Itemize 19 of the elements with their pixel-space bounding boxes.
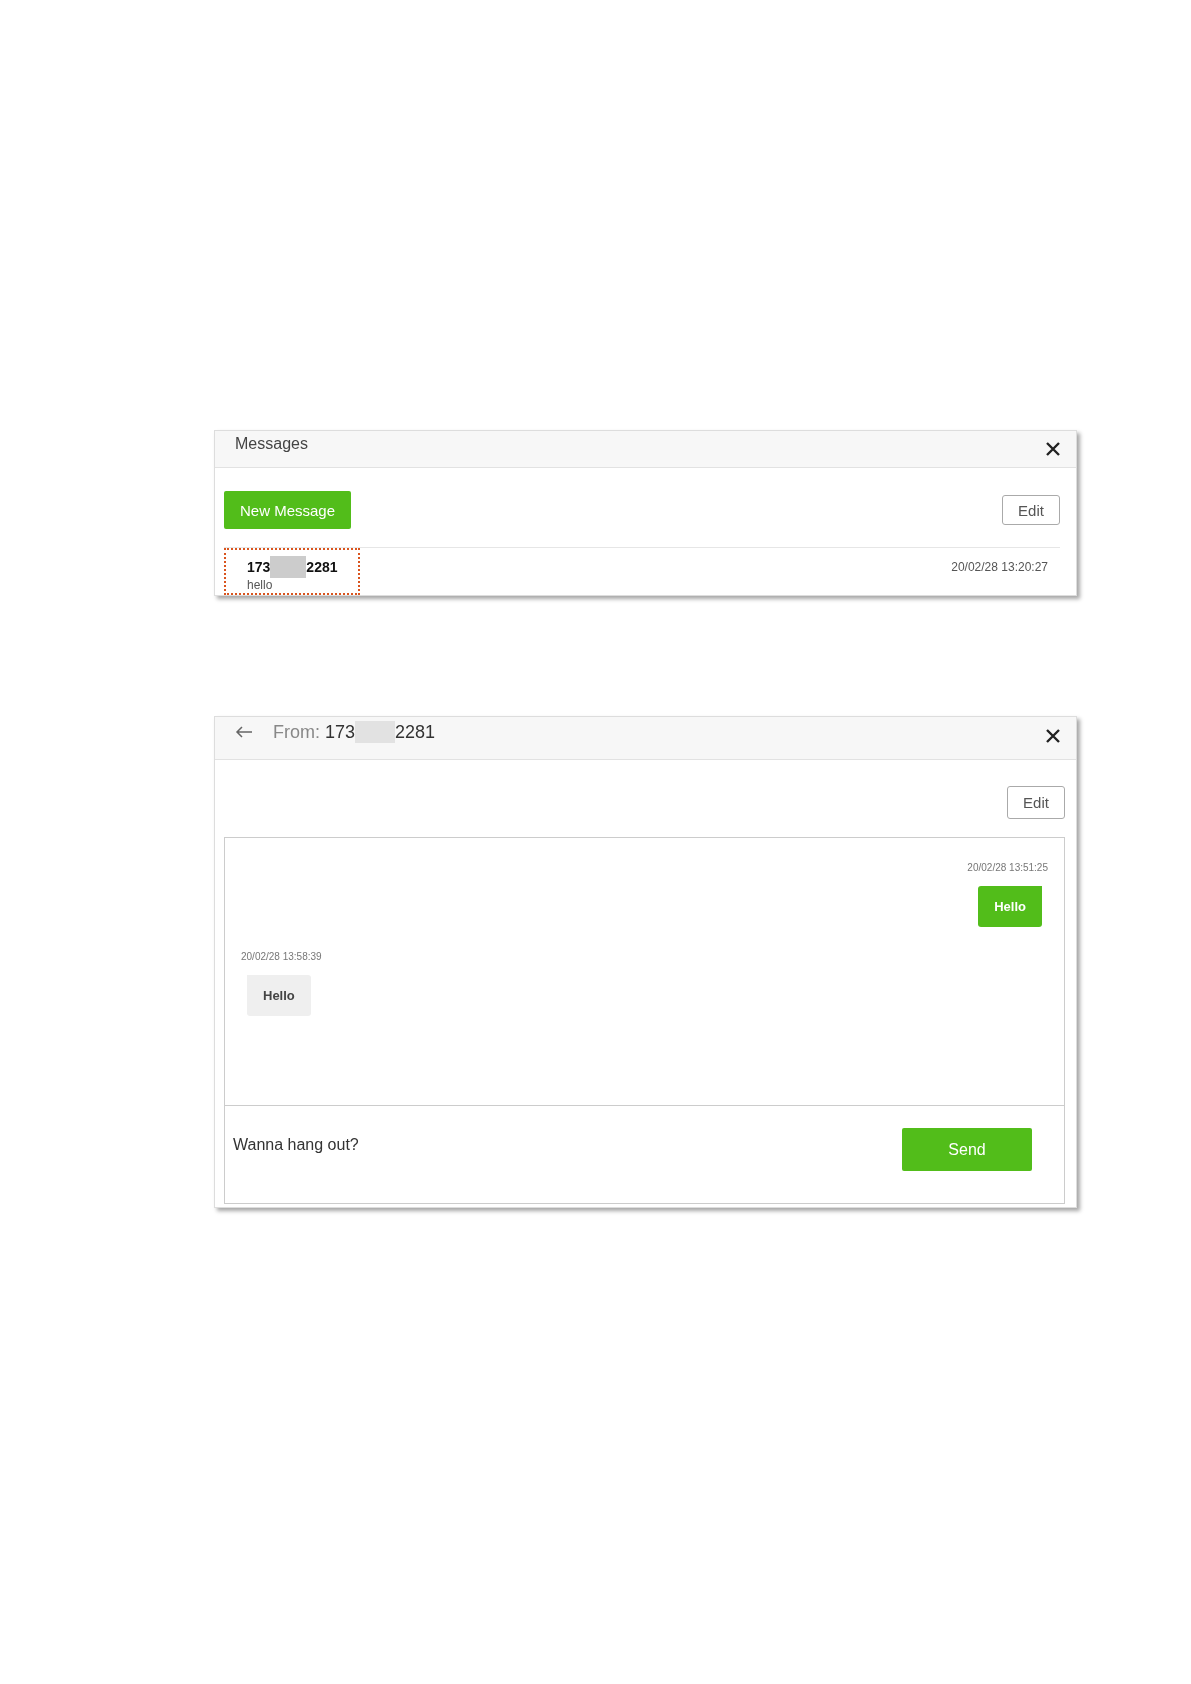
redaction-block bbox=[270, 556, 307, 578]
phone-number-end: 2281 bbox=[395, 721, 436, 743]
message-time: 20/02/28 13:20:27 bbox=[951, 560, 1048, 574]
back-arrow-icon[interactable] bbox=[235, 726, 253, 738]
message-time: 20/02/28 13:58:39 bbox=[241, 951, 322, 962]
conversation-item[interactable]: 173 2281 hello bbox=[224, 548, 360, 595]
close-icon[interactable] bbox=[1046, 442, 1060, 456]
close-icon[interactable] bbox=[1046, 729, 1060, 743]
edit-button[interactable]: Edit bbox=[1007, 786, 1065, 819]
from-label: From: bbox=[273, 721, 320, 743]
sent-message-bubble: Hello bbox=[978, 886, 1042, 927]
message-time: 20/02/28 13:51:25 bbox=[967, 862, 1048, 873]
phone-number-end: 2281 bbox=[306, 559, 338, 575]
phone-number-start: 173 bbox=[247, 559, 271, 575]
received-message-bubble: Hello bbox=[247, 975, 311, 1016]
edit-button[interactable]: Edit bbox=[1002, 495, 1060, 525]
phone-number-start: 173 bbox=[325, 721, 356, 743]
message-preview: hello bbox=[247, 578, 274, 592]
window-title: Messages bbox=[235, 435, 309, 453]
